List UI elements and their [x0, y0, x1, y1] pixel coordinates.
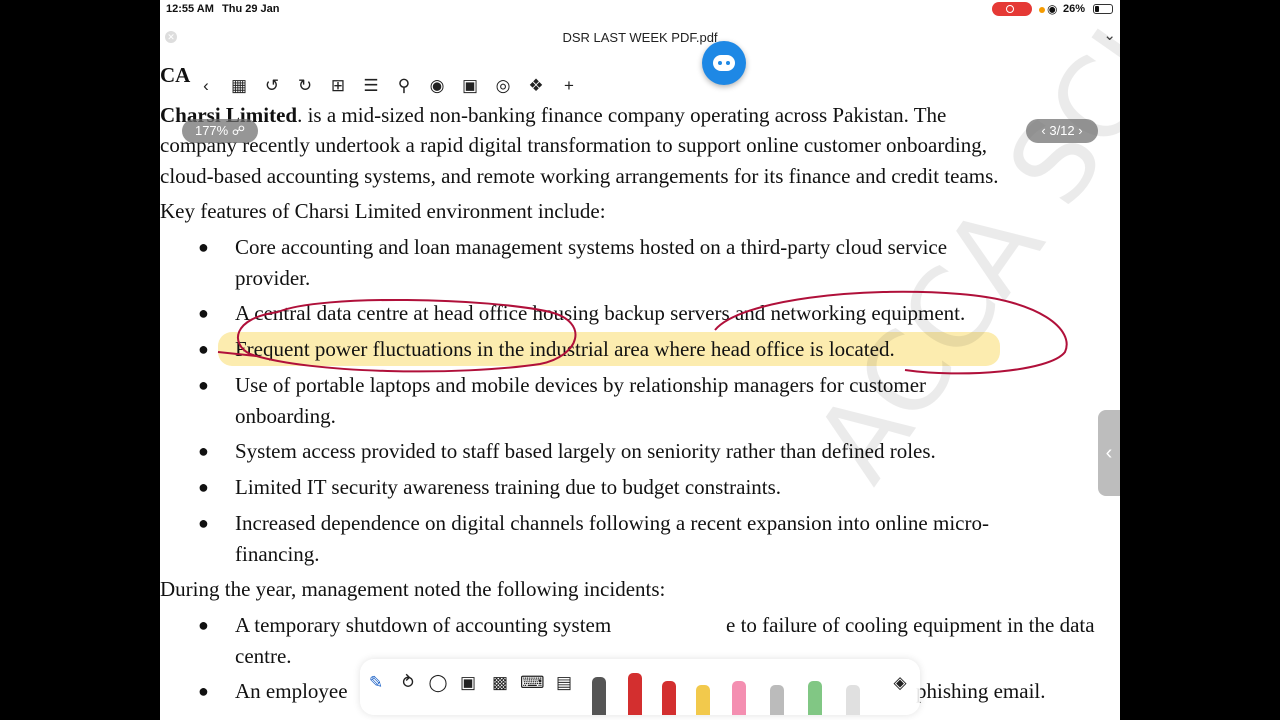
status-date: Thu 29 Jan — [222, 3, 280, 15]
bot-face-icon — [713, 55, 735, 71]
plus-icon[interactable]: + — [558, 74, 580, 98]
heading-fragment: CA — [160, 63, 191, 87]
brush-pen-icon[interactable] — [662, 681, 676, 715]
ruler-icon[interactable] — [846, 685, 860, 715]
chevron-left-icon: ‹ — [1105, 442, 1113, 464]
text-box-icon[interactable]: ▩ — [488, 671, 512, 695]
highlighter-icon[interactable] — [696, 685, 710, 715]
pen-tool-icon[interactable]: ✎ — [364, 671, 388, 695]
bullet: ● — [198, 477, 209, 497]
page-number: 3/12 — [1049, 123, 1075, 138]
feature-item-highlighted: Frequent power fluctuations in the indus… — [235, 337, 895, 361]
features-heading: Key features of Charsi Limited environme… — [160, 199, 606, 223]
incident-item-part-2: e to failure of cooling equipment in the… — [726, 613, 1095, 637]
page-indicator[interactable]: ‹ 3/12 › — [1026, 119, 1098, 143]
bullet: ● — [198, 303, 209, 323]
eraser-icon[interactable] — [732, 681, 746, 715]
add-page-icon[interactable]: ⊞ — [327, 74, 349, 98]
lock-icon: ☍ — [231, 123, 246, 138]
globe-icon[interactable]: ◎ — [492, 74, 514, 98]
marker-icon[interactable] — [808, 681, 822, 715]
chevron-left-icon[interactable]: ‹ — [1041, 123, 1045, 138]
incident-item-part-1: A temporary shutdown of accounting syste… — [235, 613, 612, 637]
pencil-icon[interactable] — [770, 685, 784, 715]
annotation-toolbar: ‹ ▦ ↺ ↻ ⊞ ☰ ⚲ ◉ ▣ ◎ ❖ + — [191, 66, 589, 106]
intro-line-3: cloud-based accounting systems, and remo… — [160, 164, 999, 188]
feature-item: A central data centre at head office hou… — [235, 301, 966, 325]
feature-item: Increased dependence on digital channels… — [235, 511, 989, 535]
lasso-icon[interactable]: ❖ — [525, 74, 547, 98]
feature-item: Limited IT security awareness training d… — [235, 475, 782, 499]
redo-icon[interactable]: ↻ — [294, 74, 316, 98]
search-icon[interactable]: ⚲ — [393, 74, 415, 98]
undo-icon[interactable]: ↺ — [261, 74, 283, 98]
layers-icon[interactable]: ☰ — [360, 74, 382, 98]
document-title[interactable]: DSR LAST WEEK PDF.pdf — [160, 30, 1120, 45]
back-icon[interactable]: ‹ — [195, 74, 217, 98]
pen-tray: ✎ ⥁ ◯ ▣ ▩ ⌨ ▤ ◈ — [360, 659, 920, 715]
status-bar: 12:55 AM Thu 29 Jan ◉ 26% — [160, 0, 1120, 20]
chevron-right-icon[interactable]: › — [1078, 123, 1082, 138]
bullet: ● — [198, 681, 209, 701]
incidents-heading: During the year, management noted the fo… — [160, 577, 666, 601]
feature-item: Core accounting and loan management syst… — [235, 235, 948, 259]
ballpoint-pen-icon[interactable] — [628, 673, 642, 715]
zoom-level: 177% — [194, 123, 229, 138]
bullet: ● — [198, 441, 209, 461]
feature-item-cont: financing. — [235, 542, 320, 566]
assistant-bot-button[interactable] — [702, 41, 746, 85]
intro-line-2: company recently undertook a rapid digit… — [160, 133, 987, 157]
grid-icon[interactable]: ▦ — [228, 74, 250, 98]
status-time: 12:55 AM — [166, 3, 214, 15]
image-icon[interactable]: ▣ — [456, 671, 480, 695]
book-icon[interactable]: ▤ — [552, 671, 576, 695]
keyboard-icon[interactable]: ⌨ — [520, 671, 545, 695]
feature-item-cont: provider. — [235, 266, 311, 290]
wifi-icon: ◉ — [1047, 2, 1058, 16]
incident-item-part-2: phishing email. — [916, 679, 1046, 703]
feature-item-cont: onboarding. — [235, 404, 336, 428]
microphone-icon[interactable]: ◉ — [426, 74, 448, 98]
lasso-select-icon[interactable]: ⥁ — [396, 671, 420, 695]
intro-line-1: Charsi Limited. is a mid-sized non-banki… — [160, 103, 946, 128]
zoom-indicator[interactable]: 177% ☍ — [182, 119, 258, 143]
bullet: ● — [198, 615, 209, 635]
fountain-pen-icon[interactable] — [592, 677, 606, 715]
microphone-indicator-icon — [1039, 7, 1045, 13]
bullet: ● — [198, 513, 209, 533]
sticker-icon[interactable]: ◯ — [426, 671, 450, 695]
bullet: ● — [198, 375, 209, 395]
bullet: ● — [198, 339, 209, 359]
screen-recording-icon[interactable] — [992, 2, 1032, 16]
clapperboard-icon[interactable]: ▣ — [459, 74, 481, 98]
color-palette-icon[interactable]: ◈ — [888, 671, 912, 695]
bullet: ● — [198, 237, 209, 257]
ipad-screen: 12:55 AM Thu 29 Jan ◉ 26% ✕ DSR LAST WEE… — [160, 0, 1120, 720]
intro-text: . is a mid-sized non-banking finance com… — [297, 103, 947, 127]
side-panel-handle[interactable]: ‹ — [1098, 410, 1120, 496]
incident-item-cont: centre. — [235, 644, 292, 668]
incident-item-part-1: An employee — [235, 679, 348, 703]
title-bar: ✕ DSR LAST WEEK PDF.pdf ⌄ — [160, 22, 1120, 52]
